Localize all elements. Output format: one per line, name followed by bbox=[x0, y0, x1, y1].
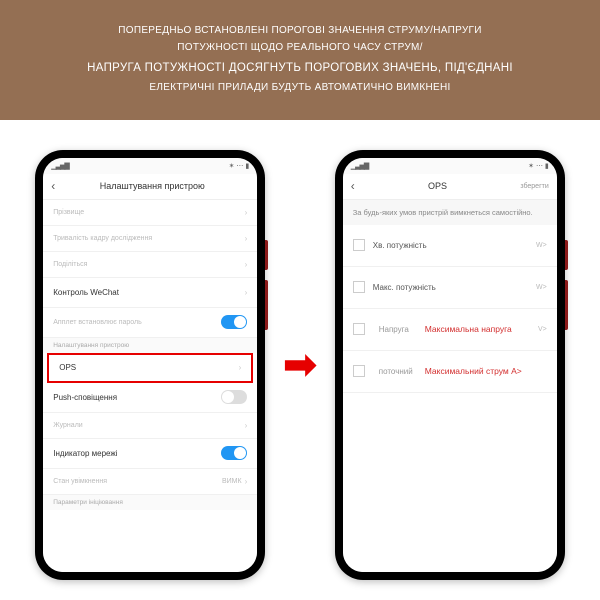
ops-list: За будь-яких умов пристрій вимкнеться са… bbox=[343, 200, 557, 572]
page-title: Налаштування пристрою bbox=[100, 181, 205, 191]
row-voltage[interactable]: Напруга Максимальна напруга V> bbox=[343, 309, 557, 351]
row-power-state[interactable]: Стан увімкнення ВИМК› bbox=[43, 469, 257, 495]
status-bar: ▁▃▅▇ ✶ ⋯ ▮ bbox=[43, 158, 257, 174]
phone-side-button bbox=[265, 240, 268, 270]
row-ops[interactable]: OPS› bbox=[47, 353, 253, 383]
chevron-right-icon: › bbox=[245, 421, 248, 430]
phone-side-button bbox=[565, 240, 568, 270]
chevron-right-icon: › bbox=[245, 208, 248, 217]
status-bar: ▁▃▅▇ ✶ ⋯ ▮ bbox=[343, 158, 557, 174]
checkbox-min-power[interactable] bbox=[353, 239, 365, 251]
banner-line-2: ПОТУЖНОСТІ ЩОДО РЕАЛЬНОГО ЧАСУ СТРУМ/ bbox=[20, 39, 580, 56]
phone-right: ▁▃▅▇ ✶ ⋯ ▮ ‹ OPS зберегти За будь-яких у… bbox=[335, 150, 565, 580]
banner-line-3: НАПРУГА ПОТУЖНОСТІ ДОСЯГНУТЬ ПОРОГОВИХ З… bbox=[20, 59, 580, 79]
row-frame-duration[interactable]: Тривалість кадру дослідження› bbox=[43, 226, 257, 252]
app-bar: ‹ OPS зберегти bbox=[343, 174, 557, 200]
chevron-right-icon: › bbox=[239, 363, 242, 372]
phone-side-button bbox=[565, 280, 568, 330]
checkbox-max-power[interactable] bbox=[353, 281, 365, 293]
checkbox-current[interactable] bbox=[353, 365, 365, 377]
back-icon[interactable]: ‹ bbox=[351, 179, 355, 193]
chevron-right-icon: › bbox=[245, 234, 248, 243]
phone-side-button bbox=[265, 280, 268, 330]
row-init-params: Параметри ініціювання bbox=[43, 495, 257, 510]
screen-right: ▁▃▅▇ ✶ ⋯ ▮ ‹ OPS зберегти За будь-яких у… bbox=[343, 158, 557, 572]
signal-icon: ▁▃▅▇ bbox=[51, 162, 69, 170]
row-push[interactable]: Push-сповіщення bbox=[43, 383, 257, 413]
arrow-right-icon: ➡ bbox=[283, 345, 317, 385]
ops-subhead: За будь-яких умов пристрій вимкнеться са… bbox=[343, 200, 557, 225]
banner-line-4: ЕЛЕКТРИЧНІ ПРИЛАДИ БУДУТЬ АВТОМАТИЧНО ВИ… bbox=[20, 79, 580, 96]
back-icon[interactable]: ‹ bbox=[51, 179, 55, 193]
row-min-power[interactable]: Хв. потужність W> bbox=[343, 225, 557, 267]
row-wechat[interactable]: Контроль WeChat› bbox=[43, 278, 257, 308]
chevron-right-icon: › bbox=[245, 477, 248, 486]
page-title: OPS bbox=[428, 181, 447, 191]
phones-stage: ▁▃▅▇ ✶ ⋯ ▮ ‹ Налаштування пристрою Прізв… bbox=[0, 120, 600, 600]
row-max-power[interactable]: Макс. потужність W> bbox=[343, 267, 557, 309]
banner-line-1: ПОПЕРЕДНЬО ВСТАНОВЛЕНІ ПОРОГОВІ ЗНАЧЕННЯ… bbox=[20, 22, 580, 39]
row-nickname[interactable]: Прізвище› bbox=[43, 200, 257, 226]
row-share[interactable]: Поділіться› bbox=[43, 252, 257, 278]
toggle-push[interactable] bbox=[221, 390, 247, 404]
promo-banner: ПОПЕРЕДНЬО ВСТАНОВЛЕНІ ПОРОГОВІ ЗНАЧЕННЯ… bbox=[0, 0, 600, 120]
toggle-applet-password[interactable] bbox=[221, 315, 247, 329]
section-header: Налаштування пристрою bbox=[43, 338, 257, 353]
status-icons: ✶ ⋯ ▮ bbox=[528, 162, 549, 170]
row-logs[interactable]: Журнали› bbox=[43, 413, 257, 439]
checkbox-voltage[interactable] bbox=[353, 323, 365, 335]
chevron-right-icon: › bbox=[245, 288, 248, 297]
toggle-network-indicator[interactable] bbox=[221, 446, 247, 460]
row-current[interactable]: поточний Максимальний струм A> bbox=[343, 351, 557, 393]
status-icons: ✶ ⋯ ▮ bbox=[229, 162, 250, 170]
signal-icon: ▁▃▅▇ bbox=[351, 162, 369, 170]
row-network-indicator[interactable]: Індикатор мережі bbox=[43, 439, 257, 469]
settings-list: Прізвище› Тривалість кадру дослідження› … bbox=[43, 200, 257, 572]
save-button[interactable]: зберегти bbox=[520, 183, 548, 190]
screen-left: ▁▃▅▇ ✶ ⋯ ▮ ‹ Налаштування пристрою Прізв… bbox=[43, 158, 257, 572]
phone-left: ▁▃▅▇ ✶ ⋯ ▮ ‹ Налаштування пристрою Прізв… bbox=[35, 150, 265, 580]
app-bar: ‹ Налаштування пристрою bbox=[43, 174, 257, 200]
row-applet-password[interactable]: Апплет встановлює пароль bbox=[43, 308, 257, 338]
chevron-right-icon: › bbox=[245, 260, 248, 269]
